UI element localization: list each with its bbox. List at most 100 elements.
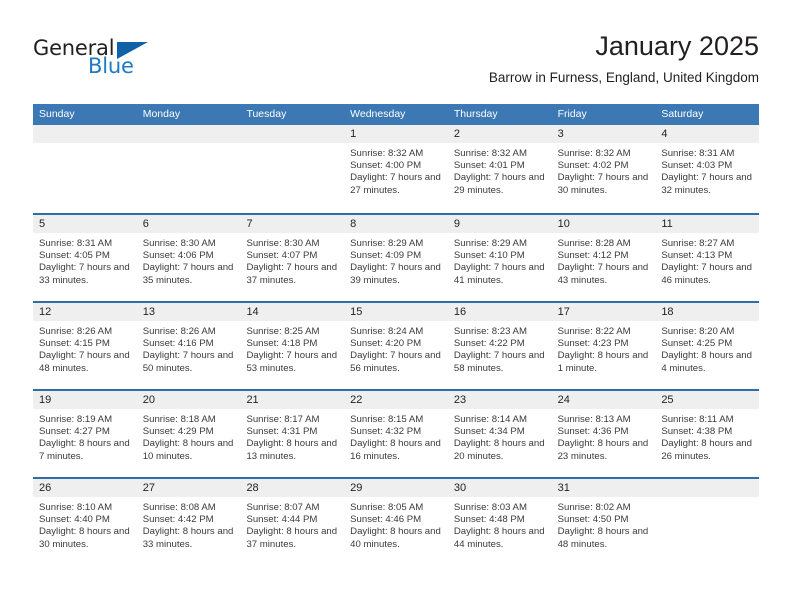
- day-cell[interactable]: 11 Sunrise: 8:27 AM Sunset: 4:13 PM Dayligh…: [655, 215, 760, 301]
- calendar-week-row: 12 Sunrise: 8:26 AM Sunset: 4:15 PM Dayligh…: [33, 301, 760, 389]
- day-details: Sunrise: 8:18 AM Sunset: 4:29 PM Daylight:…: [137, 409, 241, 463]
- day-cell[interactable]: 30 Sunrise: 8:03 AM Sunset: 4:48 PM Dayligh…: [447, 479, 552, 565]
- day-cell[interactable]: 24 Sunrise: 8:13 AM Sunset: 4:36 PM Dayligh…: [551, 391, 656, 477]
- day-cell[interactable]: 9 Sunrise: 8:29 AM Sunset: 4:10 PM Daylight…: [447, 215, 552, 301]
- day-cell[interactable]: 23 Sunrise: 8:14 AM Sunset: 4:34 PM Dayligh…: [447, 391, 552, 477]
- daylight-text: Daylight: 7 hours and 48 minutes.: [39, 350, 130, 374]
- day-cell[interactable]: 18 Sunrise: 8:20 AM Sunset: 4:25 PM Dayligh…: [655, 303, 760, 389]
- sunset-text: Sunset: 4:40 PM: [39, 514, 110, 526]
- daylight-text: Daylight: 8 hours and 20 minutes.: [453, 438, 545, 462]
- day-cell-empty: [136, 125, 241, 213]
- day-cell[interactable]: 14 Sunrise: 8:25 AM Sunset: 4:18 PM Dayligh…: [240, 303, 345, 389]
- sunrise-text: Sunrise: 8:07 AM: [246, 502, 320, 513]
- day-cell[interactable]: 26 Sunrise: 8:10 AM Sunset: 4:40 PM Dayligh…: [33, 479, 137, 565]
- day-cell[interactable]: 7 Sunrise: 8:30 AM Sunset: 4:07 PM Daylight…: [240, 215, 345, 301]
- daylight-text: Daylight: 7 hours and 41 minutes.: [453, 262, 545, 286]
- sunrise-text: Sunrise: 8:15 AM: [350, 414, 424, 425]
- day-cell[interactable]: 31 Sunrise: 8:02 AM Sunset: 4:50 PM Dayligh…: [551, 479, 656, 565]
- day-cell[interactable]: 22 Sunrise: 8:15 AM Sunset: 4:32 PM Dayligh…: [344, 391, 448, 477]
- day-number: 8: [344, 215, 448, 233]
- day-number: 19: [33, 391, 137, 409]
- day-details: Sunrise: 8:29 AM Sunset: 4:10 PM Daylight:…: [448, 233, 552, 287]
- sunset-text: Sunset: 4:25 PM: [661, 338, 733, 350]
- sunset-text: Sunset: 4:31 PM: [246, 426, 318, 438]
- sunrise-text: Sunrise: 8:31 AM: [39, 238, 113, 249]
- daylight-text: Daylight: 8 hours and 13 minutes.: [246, 438, 338, 462]
- sunrise-text: Sunrise: 8:19 AM: [39, 414, 113, 425]
- day-number: [240, 125, 345, 143]
- day-number: 30: [447, 479, 552, 497]
- sunrise-text: Sunrise: 8:18 AM: [142, 414, 216, 425]
- day-details: Sunrise: 8:14 AM Sunset: 4:34 PM Daylight:…: [448, 409, 552, 463]
- sunrise-text: Sunrise: 8:29 AM: [350, 238, 424, 249]
- day-number: 31: [551, 479, 656, 497]
- day-details: Sunrise: 8:32 AM Sunset: 4:00 PM Daylight:…: [344, 143, 448, 197]
- day-cell[interactable]: 3 Sunrise: 8:32 AM Sunset: 4:02 PM Daylight…: [551, 125, 656, 213]
- sunset-text: Sunset: 4:15 PM: [39, 338, 110, 350]
- weekday-header-wednesday: Wednesday: [350, 108, 406, 120]
- day-number: 25: [655, 391, 760, 409]
- daylight-text: Daylight: 7 hours and 32 minutes.: [661, 172, 752, 196]
- sunset-text: Sunset: 4:23 PM: [557, 338, 629, 350]
- sunset-text: Sunset: 4:06 PM: [142, 250, 214, 262]
- day-cell[interactable]: 29 Sunrise: 8:05 AM Sunset: 4:46 PM Dayligh…: [344, 479, 448, 565]
- day-number: [33, 125, 137, 143]
- weekday-header-row: Sunday Monday Tuesday Wednesday Thursday Frid…: [33, 104, 759, 125]
- day-cell[interactable]: 27 Sunrise: 8:08 AM Sunset: 4:42 PM Dayligh…: [136, 479, 241, 565]
- sunrise-text: Sunrise: 8:32 AM: [350, 148, 424, 159]
- daylight-text: Daylight: 7 hours and 30 minutes.: [557, 172, 649, 196]
- day-cell[interactable]: 8 Sunrise: 8:29 AM Sunset: 4:09 PM Daylight…: [344, 215, 448, 301]
- day-cell[interactable]: 17 Sunrise: 8:22 AM Sunset: 4:23 PM Dayligh…: [551, 303, 656, 389]
- day-cell[interactable]: 16 Sunrise: 8:23 AM Sunset: 4:22 PM Dayligh…: [447, 303, 552, 389]
- day-cell[interactable]: 19 Sunrise: 8:19 AM Sunset: 4:27 PM Dayligh…: [33, 391, 137, 477]
- day-cell[interactable]: 15 Sunrise: 8:24 AM Sunset: 4:20 PM Dayligh…: [344, 303, 448, 389]
- day-cell[interactable]: 2 Sunrise: 8:32 AM Sunset: 4:01 PM Daylight…: [447, 125, 552, 213]
- day-number: 15: [344, 303, 448, 321]
- day-number: 22: [344, 391, 448, 409]
- day-details: Sunrise: 8:19 AM Sunset: 4:27 PM Daylight:…: [33, 409, 137, 463]
- calendar-week-row: 1 Sunrise: 8:32 AM Sunset: 4:00 PM Daylight…: [33, 125, 760, 213]
- day-details: Sunrise: 8:02 AM Sunset: 4:50 PM Daylight:…: [552, 497, 656, 551]
- day-cell[interactable]: 12 Sunrise: 8:26 AM Sunset: 4:15 PM Dayligh…: [33, 303, 137, 389]
- daylight-text: Daylight: 8 hours and 44 minutes.: [453, 526, 545, 550]
- sunset-text: Sunset: 4:12 PM: [557, 250, 629, 262]
- sunset-text: Sunset: 4:29 PM: [142, 426, 214, 438]
- title-block: January 2025 Barrow in Furness, England,…: [489, 30, 759, 86]
- sunset-text: Sunset: 4:38 PM: [661, 426, 733, 438]
- day-cell[interactable]: 20 Sunrise: 8:18 AM Sunset: 4:29 PM Dayligh…: [136, 391, 241, 477]
- calendar-page: General Blue January 2025 Barrow in Furn…: [0, 0, 792, 612]
- sunrise-text: Sunrise: 8:24 AM: [350, 326, 424, 337]
- day-cell[interactable]: 5 Sunrise: 8:31 AM Sunset: 4:05 PM Daylight…: [33, 215, 137, 301]
- sunset-text: Sunset: 4:02 PM: [557, 160, 629, 172]
- sunrise-text: Sunrise: 8:20 AM: [661, 326, 735, 337]
- day-cell[interactable]: 21 Sunrise: 8:17 AM Sunset: 4:31 PM Dayligh…: [240, 391, 345, 477]
- daylight-text: Daylight: 7 hours and 29 minutes.: [453, 172, 545, 196]
- sunset-text: Sunset: 4:00 PM: [350, 160, 422, 172]
- day-cell[interactable]: 25 Sunrise: 8:11 AM Sunset: 4:38 PM Dayligh…: [655, 391, 760, 477]
- day-cell[interactable]: 28 Sunrise: 8:07 AM Sunset: 4:44 PM Dayligh…: [240, 479, 345, 565]
- daylight-text: Daylight: 8 hours and 48 minutes.: [557, 526, 649, 550]
- sunset-text: Sunset: 4:07 PM: [246, 250, 318, 262]
- day-number: 1: [344, 125, 448, 143]
- day-details: Sunrise: 8:32 AM Sunset: 4:01 PM Daylight:…: [448, 143, 552, 197]
- day-cell[interactable]: 10 Sunrise: 8:28 AM Sunset: 4:12 PM Dayligh…: [551, 215, 656, 301]
- daylight-text: Daylight: 8 hours and 26 minutes.: [661, 438, 752, 462]
- daylight-text: Daylight: 7 hours and 27 minutes.: [350, 172, 441, 196]
- day-cell[interactable]: 13 Sunrise: 8:26 AM Sunset: 4:16 PM Dayligh…: [136, 303, 241, 389]
- day-cell[interactable]: 4 Sunrise: 8:31 AM Sunset: 4:03 PM Daylight…: [655, 125, 760, 213]
- day-cell[interactable]: 1 Sunrise: 8:32 AM Sunset: 4:00 PM Daylight…: [344, 125, 448, 213]
- day-details: Sunrise: 8:31 AM Sunset: 4:05 PM Daylight:…: [33, 233, 137, 287]
- daylight-text: Daylight: 7 hours and 39 minutes.: [350, 262, 441, 286]
- weekday-header-sunday: Sunday: [39, 108, 75, 120]
- day-cell[interactable]: 6 Sunrise: 8:30 AM Sunset: 4:06 PM Daylight…: [136, 215, 241, 301]
- day-number: 20: [136, 391, 241, 409]
- weekday-header-thursday: Thursday: [453, 108, 498, 120]
- sunset-text: Sunset: 4:09 PM: [350, 250, 422, 262]
- day-number: 26: [33, 479, 137, 497]
- daylight-text: Daylight: 8 hours and 33 minutes.: [142, 526, 234, 550]
- sunrise-text: Sunrise: 8:17 AM: [246, 414, 320, 425]
- sunset-text: Sunset: 4:48 PM: [453, 514, 525, 526]
- logo-text-blue: Blue: [88, 54, 134, 78]
- sunset-text: Sunset: 4:10 PM: [453, 250, 525, 262]
- day-details: Sunrise: 8:05 AM Sunset: 4:46 PM Daylight:…: [344, 497, 448, 551]
